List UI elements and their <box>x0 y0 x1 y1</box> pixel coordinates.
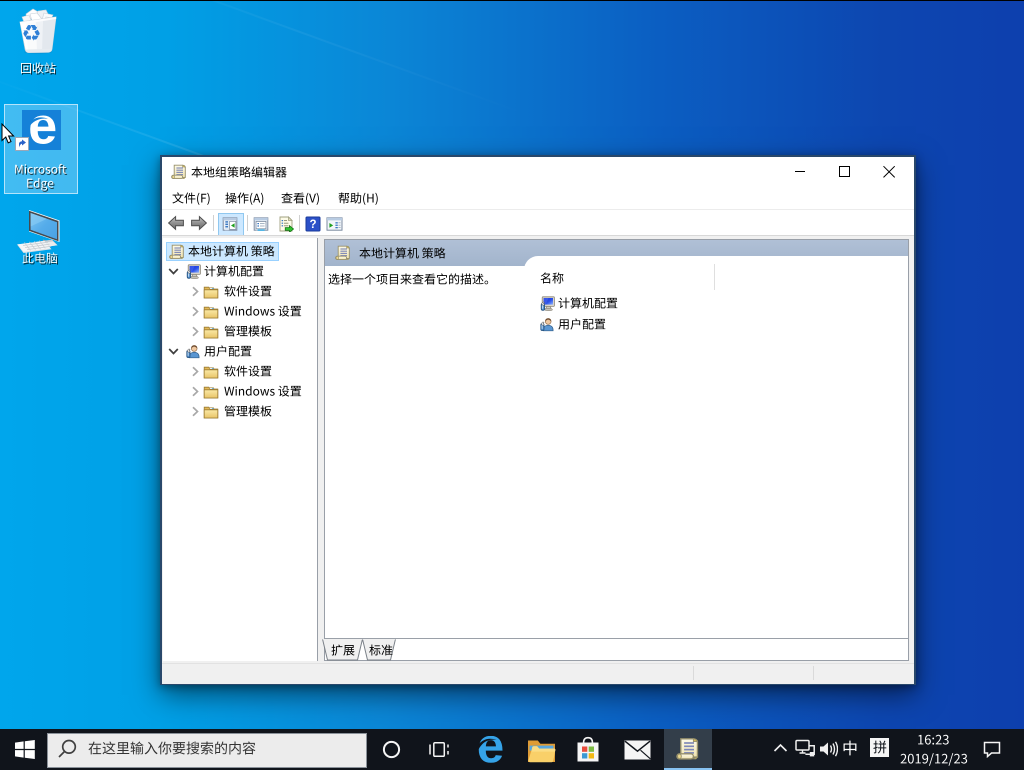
svg-text:?: ? <box>309 219 316 231</box>
